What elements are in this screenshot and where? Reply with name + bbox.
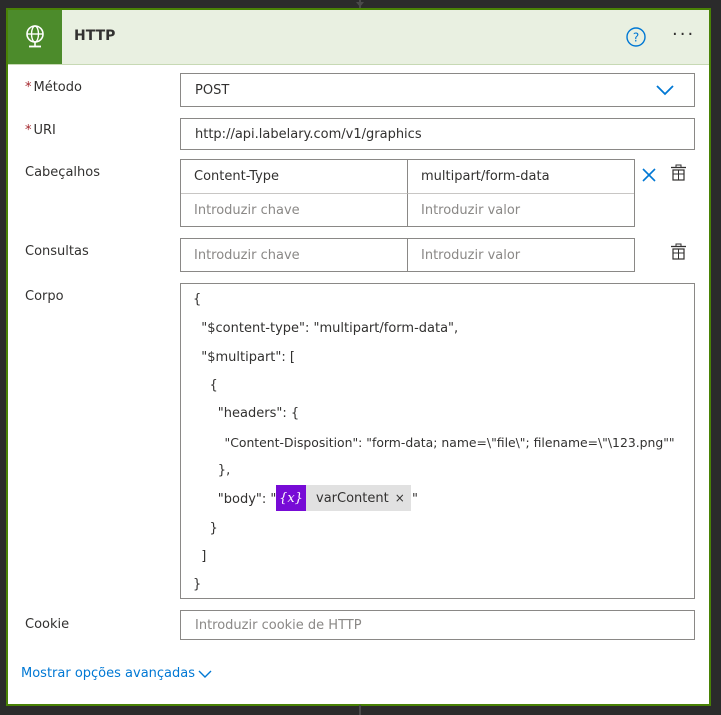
cookie-label: Cookie <box>25 617 70 632</box>
uri-input[interactable]: http://api.labelary.com/v1/graphics <box>180 118 695 150</box>
cookie-input[interactable]: Introduzir cookie de HTTP <box>180 610 695 640</box>
required-mark: * <box>25 123 32 138</box>
body-line: "body": " <box>193 492 277 507</box>
body-line-tail: " <box>412 492 418 507</box>
body-line: } <box>193 577 202 592</box>
chevron-down-icon[interactable] <box>198 669 212 679</box>
body-line: "$content-type": "multipart/form-data", <box>193 321 459 336</box>
dynamic-content-token[interactable]: {x} varContent × <box>276 485 411 511</box>
headers-label: Cabeçalhos <box>25 165 100 180</box>
cookie-placeholder: Introduzir cookie de HTTP <box>195 618 362 633</box>
header-value-placeholder: Introduzir valor <box>421 203 521 218</box>
close-icon[interactable] <box>641 167 657 183</box>
delete-table-icon[interactable] <box>670 243 688 261</box>
header-key-input[interactable]: Content-Type <box>181 160 408 194</box>
queries-table: Introduzir chave Introduzir valor <box>180 238 635 272</box>
header-value-value: multipart/form-data <box>421 169 550 184</box>
uri-label-text: URI <box>33 123 56 138</box>
delete-table-icon[interactable] <box>670 164 688 182</box>
chevron-down-icon <box>656 85 674 96</box>
body-line: "Content-Disposition": "form-data; name=… <box>193 435 675 450</box>
uri-label: * URI <box>25 123 56 138</box>
required-mark: * <box>25 80 32 95</box>
help-icon[interactable]: ? <box>625 26 647 48</box>
method-select[interactable]: POST <box>180 73 695 107</box>
body-line: "headers": { <box>193 406 300 421</box>
method-label: * Método <box>25 80 82 95</box>
uri-value: http://api.labelary.com/v1/graphics <box>195 127 422 142</box>
body-line: ] <box>193 549 207 564</box>
method-label-text: Método <box>33 80 82 95</box>
body-editor[interactable]: { "$content-type": "multipart/form-data"… <box>180 283 695 599</box>
svg-text:?: ? <box>633 31 639 45</box>
show-advanced-options-link[interactable]: Mostrar opções avançadas <box>21 666 195 681</box>
token-remove-icon[interactable]: × <box>395 491 411 505</box>
variable-icon: {x} <box>276 485 306 511</box>
header-new-value-input[interactable]: Introduzir valor <box>408 194 634 226</box>
flow-connector-top <box>356 0 364 8</box>
header-value-input[interactable]: multipart/form-data <box>408 160 634 194</box>
header-new-key-input[interactable]: Introduzir chave <box>181 194 408 226</box>
header-key-placeholder: Introduzir chave <box>194 203 300 218</box>
query-value-input[interactable]: Introduzir valor <box>408 239 634 271</box>
body-line: "$multipart": [ <box>193 350 295 365</box>
body-line: { <box>193 292 202 307</box>
body-label: Corpo <box>25 289 64 304</box>
body-line: }, <box>193 463 231 478</box>
method-value: POST <box>195 83 230 98</box>
more-options-icon[interactable]: ··· <box>672 24 695 46</box>
query-value-placeholder: Introduzir valor <box>421 248 521 263</box>
queries-label: Consultas <box>25 244 89 259</box>
card-header[interactable]: HTTP ? ··· <box>8 10 709 65</box>
query-key-input[interactable]: Introduzir chave <box>181 239 408 271</box>
globe-icon <box>8 10 62 64</box>
header-key-value: Content-Type <box>194 169 280 184</box>
flow-connector-bottom <box>359 705 361 715</box>
body-line: { <box>193 378 218 393</box>
token-label: varContent <box>316 490 389 506</box>
card-title: HTTP <box>74 28 116 44</box>
body-line: } <box>193 521 218 536</box>
headers-table: Content-Type multipart/form-data Introdu… <box>180 159 635 227</box>
query-key-placeholder: Introduzir chave <box>194 248 300 263</box>
http-action-card: HTTP ? ··· * Método POST * URI http://api.… <box>6 8 711 706</box>
